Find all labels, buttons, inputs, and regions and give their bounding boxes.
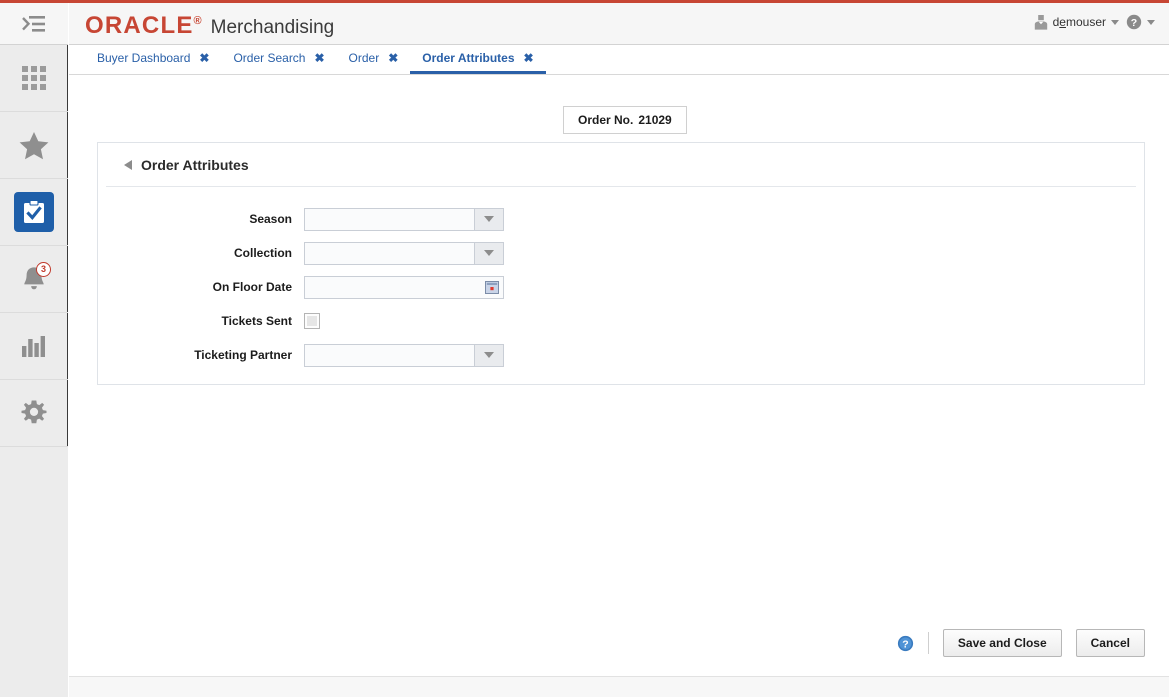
- rail-item-favorites[interactable]: [0, 112, 68, 179]
- label-tickets-sent: Tickets Sent: [221, 314, 292, 328]
- page-footer-strip: [69, 676, 1169, 697]
- user-menu[interactable]: demouser: [1034, 14, 1119, 30]
- tab-label: Order: [348, 51, 380, 65]
- chevron-down-icon: [484, 216, 494, 222]
- help-circle-icon[interactable]: ?: [897, 635, 914, 652]
- brand-area: ORACLE® Merchandising: [85, 12, 334, 40]
- season-select[interactable]: [304, 207, 504, 231]
- global-header: ORACLE® Merchandising demouser ?: [69, 3, 1169, 45]
- rail-item-applications[interactable]: [0, 45, 68, 112]
- save-and-close-button[interactable]: Save and Close: [942, 629, 1062, 657]
- season-dropdown-button[interactable]: [474, 208, 503, 230]
- label-season: Season: [249, 212, 292, 226]
- form-row-collection: Collection: [98, 237, 1144, 269]
- label-collection: Collection: [233, 246, 292, 260]
- svg-text:?: ?: [1131, 17, 1137, 29]
- application-title: Merchandising: [210, 17, 335, 38]
- tab-order-attributes[interactable]: Order Attributes ✖: [410, 45, 546, 74]
- order-no-display: Order No. 21029: [563, 106, 687, 134]
- user-avatar-icon: [1034, 14, 1047, 30]
- attributes-form: Season Collection On Floor Date Tickets …: [98, 187, 1144, 371]
- content-area: Order No. 21029 Order Attributes Season: [69, 76, 1169, 676]
- tab-close-icon[interactable]: ✖: [388, 52, 398, 64]
- user-name-label: demouser: [1052, 15, 1106, 29]
- notification-badge: 3: [36, 262, 51, 277]
- rail-empty-space: [0, 447, 68, 697]
- form-row-tickets-sent: Tickets Sent: [98, 305, 1144, 337]
- oracle-logo: ORACLE®: [85, 12, 202, 39]
- order-no-label: Order No.: [578, 113, 634, 127]
- ticketing-partner-select[interactable]: [304, 343, 504, 367]
- chevron-down-icon: [1111, 19, 1119, 25]
- ticketing-partner-value[interactable]: [305, 344, 474, 366]
- form-row-on-floor-date: On Floor Date: [98, 271, 1144, 303]
- panel-header: Order Attributes: [106, 143, 1136, 187]
- tab-close-icon[interactable]: ✖: [524, 52, 534, 64]
- grid-apps-icon: [22, 66, 46, 90]
- tab-buyer-dashboard[interactable]: Buyer Dashboard ✖: [85, 45, 221, 74]
- rail-item-collapse-menu[interactable]: [0, 3, 68, 45]
- rail-item-notifications[interactable]: 3: [0, 246, 68, 313]
- tab-close-icon[interactable]: ✖: [199, 52, 209, 64]
- collapse-menu-icon: [22, 15, 45, 32]
- footer-action-bar: ? Save and Close Cancel: [897, 629, 1145, 657]
- chevron-down-icon: [484, 352, 494, 358]
- collection-select[interactable]: [304, 241, 504, 265]
- label-on-floor-date: On Floor Date: [212, 280, 292, 294]
- collection-value[interactable]: [305, 242, 474, 264]
- clipboard-check-icon: [24, 200, 44, 223]
- order-no-value: 21029: [638, 113, 672, 127]
- label-ticketing-partner: Ticketing Partner: [194, 348, 292, 362]
- tab-label: Buyer Dashboard: [97, 51, 191, 65]
- help-menu[interactable]: ?: [1126, 14, 1155, 30]
- rail-selected-tile: [14, 192, 54, 232]
- tab-label: Order Attributes: [422, 51, 515, 65]
- panel-title: Order Attributes: [141, 156, 249, 173]
- application-window: 3 ORACLE® Merchandising demouser ? Buyer…: [0, 0, 1169, 697]
- ticketing-partner-dropdown-button[interactable]: [474, 344, 503, 366]
- disclosure-triangle-icon[interactable]: [124, 159, 132, 170]
- order-attributes-panel: Order Attributes Season Collection On Fl…: [97, 142, 1145, 385]
- chevron-down-icon: [484, 250, 494, 256]
- gear-icon: [21, 400, 47, 424]
- tab-order-search[interactable]: Order Search ✖: [221, 45, 336, 74]
- calendar-icon[interactable]: [485, 280, 499, 294]
- rail-item-reports[interactable]: [0, 313, 68, 380]
- rail-item-settings[interactable]: [0, 380, 68, 447]
- tab-order[interactable]: Order ✖: [337, 45, 411, 74]
- season-value[interactable]: [305, 208, 474, 230]
- form-row-season: Season: [98, 203, 1144, 235]
- chevron-down-icon: [1147, 19, 1155, 25]
- cancel-button[interactable]: Cancel: [1075, 629, 1145, 657]
- rail-item-tasks[interactable]: [0, 179, 68, 246]
- bar-chart-icon: [22, 336, 45, 357]
- tab-close-icon[interactable]: ✖: [314, 52, 324, 64]
- tab-bar: Buyer Dashboard ✖ Order Search ✖ Order ✖…: [69, 45, 1169, 75]
- tab-label: Order Search: [233, 51, 306, 65]
- on-floor-date-input[interactable]: [304, 275, 504, 299]
- tickets-sent-checkbox[interactable]: [304, 313, 320, 329]
- star-icon: [19, 131, 49, 159]
- form-row-ticketing-partner: Ticketing Partner: [98, 339, 1144, 371]
- svg-text:?: ?: [902, 638, 908, 650]
- collection-dropdown-button[interactable]: [474, 242, 503, 264]
- action-separator: [927, 632, 929, 654]
- header-right-controls: demouser ?: [1034, 14, 1155, 30]
- help-circle-icon: ?: [1126, 14, 1142, 30]
- left-icon-rail: 3: [0, 3, 68, 697]
